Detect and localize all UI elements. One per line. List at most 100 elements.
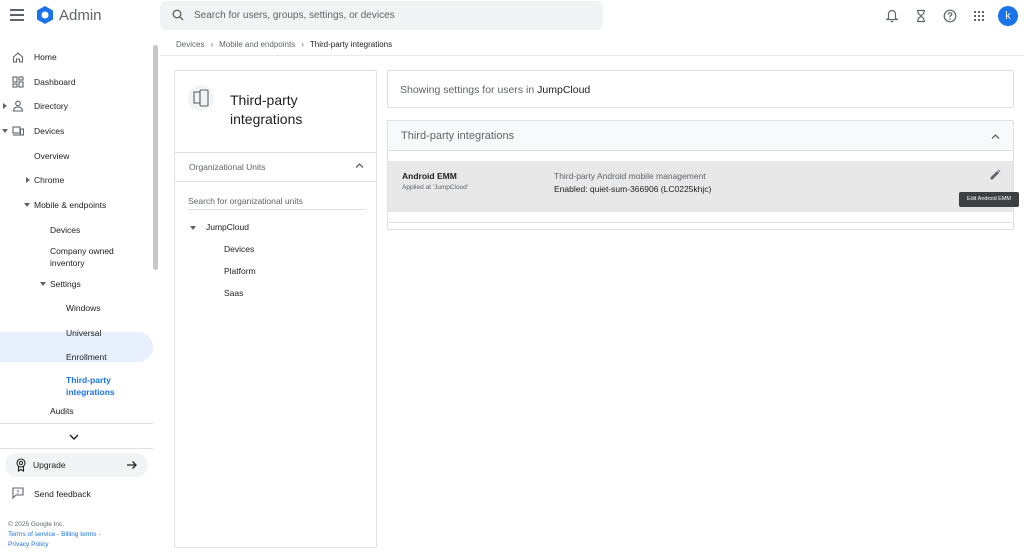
breadcrumb-mobile-endpoints[interactable]: Mobile and endpoints <box>219 40 295 49</box>
content-divider <box>160 55 1024 56</box>
avatar[interactable]: k <box>998 6 1018 26</box>
sidebar-item-overview[interactable]: Overview <box>0 146 150 166</box>
sidebar-item-settings[interactable]: Settings <box>0 274 150 294</box>
sidebar-item-universal[interactable]: Universal <box>0 323 150 343</box>
breadcrumb: Devices › Mobile and endpoints › Third-p… <box>176 40 392 49</box>
bell-icon[interactable] <box>885 9 899 23</box>
sidebar-item-company-owned-inventory[interactable]: Company owned inventory <box>0 242 150 270</box>
showing-org: JumpCloud <box>537 84 591 96</box>
sidebar-item-label: Mobile & endpoints <box>34 200 107 210</box>
sidebar-item-label: Dashboard <box>34 77 76 87</box>
panel-divider <box>175 181 376 182</box>
sidebar-item-audits[interactable]: Audits <box>0 401 150 421</box>
sidebar-item-label: Universal <box>66 328 102 338</box>
card-divider <box>388 222 1013 223</box>
panel-title: Third-party integrations <box>230 92 303 127</box>
app-title[interactable]: Admin <box>59 7 102 24</box>
sidebar-item-directory[interactable]: Directory <box>0 96 150 116</box>
breadcrumb-current: Third-party integrations <box>309 40 393 49</box>
device-icon-circle <box>188 85 214 111</box>
sidebar-scrollbar[interactable] <box>153 45 158 270</box>
ou-tree-child[interactable]: Platform <box>224 266 256 276</box>
chevron-down-icon[interactable] <box>24 203 30 207</box>
panel-divider <box>175 152 376 153</box>
sidebar-item-mobile-endpoints[interactable]: Mobile & endpoints <box>0 195 150 215</box>
sidebar-item-devices[interactable]: Devices <box>0 121 150 141</box>
integrations-header[interactable]: Third-party integrations <box>388 121 1013 151</box>
setting-description: Third-party Android mobile management <box>554 171 706 181</box>
setting-applied-at: Applied at 'JumpCloud' <box>402 184 469 191</box>
org-units-header: Organizational Units <box>189 162 266 172</box>
help-icon[interactable] <box>943 9 957 23</box>
setting-value: Enabled: quiet-sum-366906 (LC0225khjc) <box>554 184 712 194</box>
apps-grid-icon[interactable] <box>972 9 986 23</box>
sidebar-item-home[interactable]: Home <box>0 47 150 67</box>
sidebar-item-label: Company owned inventory <box>50 246 114 268</box>
terms-link[interactable]: Terms of service <box>8 531 55 538</box>
sidebar-item-label: Devices <box>34 126 65 136</box>
org-units-search-input[interactable]: Search for organizational units <box>188 196 303 206</box>
hourglass-icon[interactable] <box>914 9 928 23</box>
sidebar-item-mobile-devices[interactable]: Devices <box>0 220 150 240</box>
search-underline <box>188 209 366 210</box>
arrow-right-icon <box>127 461 137 469</box>
chevron-right-icon[interactable] <box>26 177 30 183</box>
sidebar-divider <box>0 448 153 449</box>
chevron-down-icon[interactable] <box>40 282 46 286</box>
sidebar-item-label: Audits <box>50 406 74 416</box>
top-bar: Admin Search for users, groups, settings… <box>0 0 1024 32</box>
sidebar-item-third-party-integrations[interactable]: Third-party integrations <box>0 371 150 399</box>
collapse-icon[interactable] <box>355 162 364 169</box>
award-icon <box>16 458 26 472</box>
devices-icon <box>12 126 24 136</box>
feedback-icon <box>12 487 24 499</box>
sidebar-item-chrome[interactable]: Chrome <box>0 170 150 190</box>
collapse-icon[interactable] <box>991 133 1000 140</box>
footer-links: Terms of service - Billing terms - <box>8 531 101 538</box>
ou-tree-child[interactable]: Saas <box>224 288 243 298</box>
expand-more-icon[interactable] <box>69 433 79 441</box>
billing-link[interactable]: Billing terms <box>61 531 96 538</box>
android-emm-row[interactable]: Android EMM Applied at 'JumpCloud' Third… <box>388 161 1013 212</box>
chevron-right-icon: › <box>210 40 214 49</box>
person-icon <box>12 100 24 112</box>
sidebar-item-label: Home <box>34 52 57 62</box>
search-input[interactable]: Search for users, groups, settings, or d… <box>194 10 395 21</box>
sidebar-item-label: Enrollment <box>66 352 107 362</box>
ou-tree-child[interactable]: Devices <box>224 244 254 254</box>
showing-settings-banner: Showing settings for users in JumpCloud <box>387 70 1014 108</box>
showing-prefix: Showing settings for users in <box>400 84 535 96</box>
upgrade-label: Upgrade <box>33 460 66 470</box>
showing-settings-text: Showing settings for users in JumpCloud <box>400 84 590 96</box>
home-icon <box>12 52 24 63</box>
sidebar-item-label: Third-party integrations <box>66 375 115 397</box>
main-menu-icon[interactable] <box>10 9 24 21</box>
mobile-device-icon <box>193 89 209 107</box>
dashboard-icon <box>12 76 24 88</box>
privacy-link[interactable]: Privacy Policy <box>8 541 48 548</box>
setting-name: Android EMM <box>402 171 457 181</box>
sidebar-divider <box>0 423 153 424</box>
upgrade-button[interactable]: Upgrade <box>5 453 148 477</box>
integrations-title: Third-party integrations <box>401 130 515 142</box>
integrations-card: Third-party integrations Android EMM App… <box>387 120 1014 230</box>
search-bar[interactable]: Search for users, groups, settings, or d… <box>160 1 603 30</box>
breadcrumb-devices[interactable]: Devices <box>176 40 204 49</box>
chevron-right-icon[interactable] <box>3 103 7 109</box>
sidebar-item-label: Overview <box>34 151 70 161</box>
sidebar-item-label: Directory <box>34 101 69 111</box>
chevron-down-icon[interactable] <box>190 226 196 230</box>
footer-links-2: Privacy Policy <box>8 541 48 548</box>
sidebar-item-windows[interactable]: Windows <box>0 298 150 318</box>
footer-separator: - <box>98 531 101 538</box>
edit-pencil-icon[interactable] <box>989 169 1001 181</box>
sidebar-item-dashboard[interactable]: Dashboard <box>0 72 150 92</box>
org-units-panel: Third-party integrations Organizational … <box>174 70 377 548</box>
send-feedback-button[interactable]: Send feedback <box>0 484 150 504</box>
sidebar-item-label: Settings <box>50 279 81 289</box>
chevron-right-icon: › <box>301 40 304 49</box>
admin-logo-icon[interactable] <box>36 6 54 24</box>
chevron-down-icon[interactable] <box>2 129 8 133</box>
sidebar-item-enrollment[interactable]: Enrollment <box>0 347 150 367</box>
ou-tree-root[interactable]: JumpCloud <box>206 222 249 232</box>
